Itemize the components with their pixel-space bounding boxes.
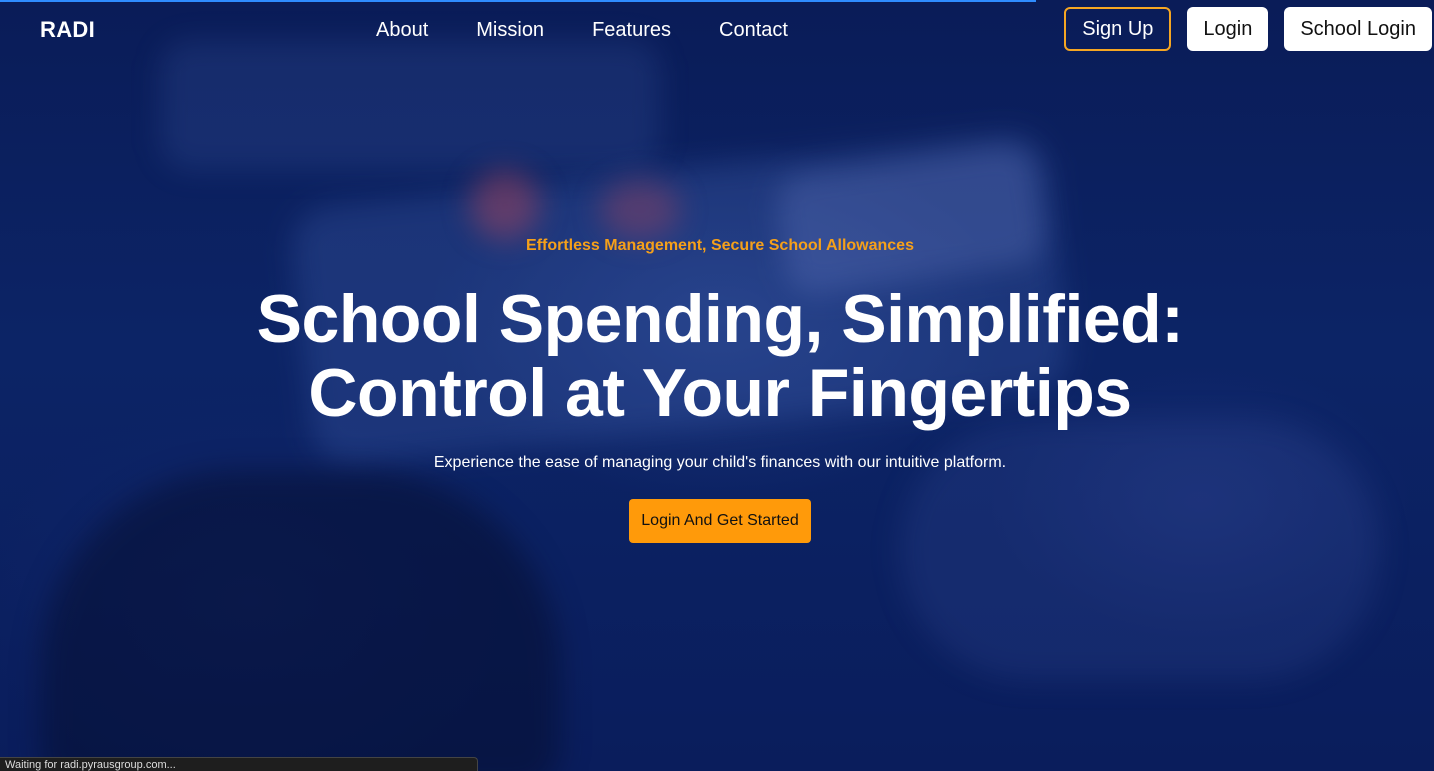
nav-link-contact[interactable]: Contact (719, 19, 788, 42)
signup-button[interactable]: Sign Up (1064, 7, 1172, 51)
nav-actions: Sign Up Login School Login (1064, 7, 1432, 51)
nav-link-mission[interactable]: Mission (476, 19, 544, 42)
background-photo-hand (40, 470, 560, 771)
background-photo-dot (600, 180, 680, 240)
nav-link-features[interactable]: Features (592, 19, 671, 42)
nav-links: About Mission Features Contact (376, 19, 788, 42)
hero-subtitle: Experience the ease of managing your chi… (433, 454, 1007, 471)
hero-headline-line1: School Spending, Simplified: (256, 281, 1184, 357)
hero-eyebrow: Effortless Management, Secure School All… (526, 237, 914, 254)
login-button[interactable]: Login (1187, 7, 1269, 51)
browser-status-bar: Waiting for radi.pyrausgroup.com... (0, 757, 478, 771)
background-photo-dot (470, 170, 540, 240)
hero-headline-line2: Control at Your Fingertips (308, 355, 1132, 431)
top-navbar: RADI About Mission Features Contact Sign… (0, 0, 1434, 62)
get-started-button[interactable]: Login And Get Started (629, 499, 811, 543)
page: RADI About Mission Features Contact Sign… (0, 0, 1434, 771)
brand-logo[interactable]: RADI (40, 17, 95, 43)
school-login-button[interactable]: School Login (1284, 7, 1432, 51)
hero-headline: School Spending, Simplified: Control at … (0, 282, 1434, 430)
nav-link-about[interactable]: About (376, 19, 428, 42)
background-photo-card (772, 142, 1048, 298)
